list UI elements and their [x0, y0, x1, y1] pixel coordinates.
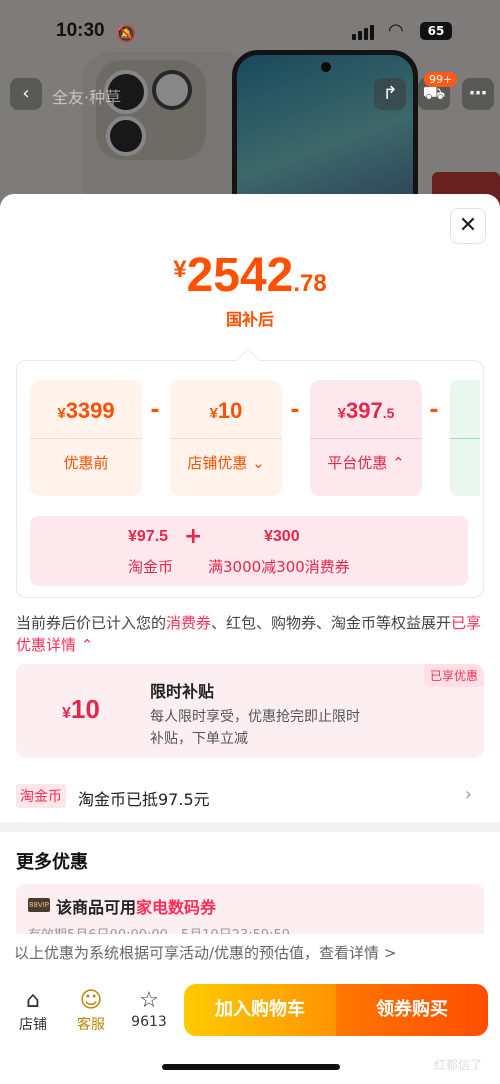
price-currency: ¥: [173, 256, 187, 283]
coin-label: 淘金币: [128, 558, 174, 576]
platform-discount-box[interactable]: ¥397.5 平台优惠 ⌃: [310, 380, 422, 496]
subsidy-box-partial[interactable]: [450, 380, 480, 496]
coin-deduction-text: 淘金币已抵97.5元: [78, 790, 210, 809]
status-bar: 10:30 🔕 ◠ 65: [0, 14, 500, 54]
home-indicator[interactable]: [162, 1064, 340, 1070]
service-label: 客服: [77, 1017, 105, 1033]
platform-discount-label: 平台优惠: [327, 454, 388, 472]
coin-badge: 淘金币: [16, 784, 66, 808]
plus-sign: +: [184, 524, 203, 549]
coupon-prefix: 该商品可用: [56, 898, 137, 917]
service-icon: ☺: [79, 988, 103, 1013]
final-price: ¥2542.78: [0, 248, 500, 303]
subsidy-amount: 10: [70, 694, 100, 724]
nav-title: 全友·种草: [52, 88, 122, 107]
customer-service-button[interactable]: ☺ 客服: [66, 988, 116, 1034]
minus-sign: -: [290, 398, 300, 423]
price-detail-sheet: ✕ ¥2542.78 国补后 ¥3399 优惠前 - ¥10 店铺优惠 ⌄ - …: [0, 194, 500, 1084]
price-decimal: .78: [293, 270, 327, 297]
star-icon: ☆: [139, 988, 159, 1013]
cart-badge: 99+: [424, 72, 458, 87]
add-to-cart-button[interactable]: 加入购物车: [184, 984, 336, 1036]
notice-text: 、红包、购物券、淘金币等权益展开: [211, 614, 452, 632]
subsidy-card: ¥10 限时补贴 每人限时享受，优惠抢完即止限时补贴，下单立减 已享优惠: [16, 664, 484, 758]
shop-discount-label: 店铺优惠: [187, 454, 248, 472]
coupon-highlight: 家电数码券: [136, 898, 217, 917]
shop-label: 店铺: [19, 1017, 47, 1033]
coupon-value: ¥300: [264, 528, 300, 545]
section-divider: [0, 822, 500, 832]
original-price-box: ¥3399 优惠前: [30, 380, 142, 496]
bottom-action-bar: ⌂ 店铺 ☺ 客服 ☆ 9613 加入购物车 领券购买 红都信了: [0, 976, 500, 1084]
close-icon: ✕: [458, 213, 478, 238]
platform-discount-value: 397: [345, 398, 383, 423]
more-button[interactable]: ⋯: [462, 78, 494, 110]
coin-value: ¥97.5: [128, 528, 169, 545]
enjoyed-tag: 已享优惠: [423, 664, 484, 687]
shop-button[interactable]: ⌂ 店铺: [8, 988, 58, 1034]
price-label: 国补后: [225, 310, 274, 329]
more-icon: ⋯: [469, 83, 487, 104]
signal-icon: [352, 24, 374, 40]
subsidy-desc: 每人限时享受，优惠抢完即止限时补贴，下单立减: [150, 709, 360, 747]
discount-notice: 当前券后价已计入您的消费券、红包、购物券、淘金币等权益展开已享优惠详情 ⌃: [16, 612, 486, 656]
currency: ¥: [209, 405, 218, 422]
minus-sign: -: [150, 398, 160, 423]
chevron-down-icon: ⌄: [252, 454, 265, 472]
close-button[interactable]: ✕: [450, 208, 486, 244]
share-button[interactable]: ↱: [374, 78, 406, 110]
watermark: 红都信了: [434, 1058, 483, 1072]
chevron-up-icon: ⌃: [392, 454, 405, 472]
buy-with-coupon-button[interactable]: 领券购买: [336, 984, 488, 1036]
notice-highlight: 消费券: [166, 614, 212, 632]
platform-discount-detail: ¥97.5 淘金币 + ¥300 满3000减300消费券: [30, 516, 468, 586]
favorite-button[interactable]: ☆ 9613: [124, 988, 174, 1030]
wifi-icon: ◠: [388, 20, 404, 41]
minus-sign: -: [429, 398, 439, 423]
shop-icon: ⌂: [26, 988, 40, 1013]
currency: ¥: [62, 705, 71, 722]
coin-deduction-row[interactable]: 淘金币 淘金币已抵97.5元 ›: [16, 784, 484, 809]
price-integer: 2542: [186, 249, 294, 302]
more-discounts-title: 更多优惠: [16, 852, 88, 873]
status-time: 10:30: [56, 20, 105, 41]
estimate-notice-link[interactable]: 以上优惠为系统根据可享活动/优惠的预估值，查看详情 >: [0, 934, 500, 976]
back-button[interactable]: ‹: [10, 78, 42, 110]
battery-icon: 65: [420, 22, 452, 40]
currency: ¥: [57, 405, 66, 422]
vip-badge-icon: 88VIP: [28, 898, 50, 912]
coupon-label: 满3000减300消费券: [208, 558, 350, 576]
original-price-label: 优惠前: [63, 454, 109, 472]
mute-bell-icon: 🔕: [116, 24, 136, 43]
favorite-count: 9613: [131, 1014, 167, 1030]
chevron-left-icon: ‹: [22, 83, 30, 104]
shop-discount-value: 10: [217, 398, 243, 423]
chevron-up-icon: ⌃: [80, 636, 94, 654]
top-nav: ‹ 全友·种草 ↱ ⛟ 99+ ⋯: [0, 72, 500, 112]
share-icon: ↱: [382, 83, 398, 104]
platform-discount-decimal: .5: [382, 405, 395, 421]
subsidy-title: 限时补贴: [150, 682, 215, 701]
notice-text: 当前券后价已计入您的: [16, 614, 167, 632]
shop-discount-box[interactable]: ¥10 店铺优惠 ⌄: [170, 380, 282, 496]
chevron-right-icon: ›: [464, 784, 472, 805]
currency: ¥: [337, 405, 346, 422]
original-price-value: 3399: [65, 398, 115, 423]
